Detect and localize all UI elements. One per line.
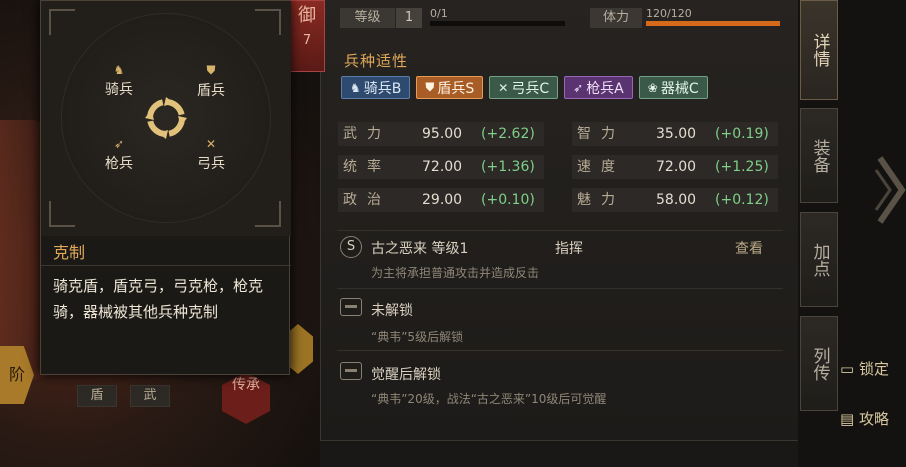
book-icon: ▤ [840, 410, 859, 428]
wheel-spear: ➶ 枪兵 [97, 137, 141, 173]
skill-name: 觉醒后解锁 [371, 367, 441, 383]
counter-heading: 克制 [53, 243, 86, 262]
tab-points[interactable]: 加点 [800, 212, 838, 307]
divider [337, 288, 783, 289]
spear-icon: ➶ [113, 137, 125, 151]
stat-speed: 速度 72.00 (+1.25) [572, 155, 778, 179]
gear-icon: ❀ [647, 80, 658, 95]
bow-icon: ✕ [498, 80, 509, 95]
tab-equipment[interactable]: 装备 [800, 108, 838, 203]
spear-icon: ➶ [573, 80, 584, 95]
shield-icon: ⛊ [206, 63, 216, 77]
skill-desc: “典韦”20级，战法“古之恶来”10级后可觉醒 [371, 392, 607, 406]
level-label: 等级 [340, 8, 395, 28]
skill-view-link[interactable]: 查看 [735, 238, 763, 258]
aptitude-cavalry[interactable]: ♞ 骑兵B [341, 76, 411, 99]
badge-char: 御 [298, 5, 316, 26]
bottom-bar [320, 440, 798, 467]
stat-force: 武力 95.00 (+2.62) [338, 122, 544, 146]
counter-description: 骑克盾，盾克弓，弓克枪，枪克骑，器械被其他兵种克制 [53, 277, 264, 321]
aptitude-bow[interactable]: ✕ 弓兵C [489, 76, 559, 99]
defense-badge: 御 7 [289, 0, 325, 72]
skill-desc: “典韦”5级后解锁 [371, 330, 464, 344]
stamina-bar [646, 21, 780, 26]
corner-ornament [49, 201, 75, 227]
stat-politics: 政治 29.00 (+0.10) [338, 188, 544, 212]
stat-intelligence: 智力 35.00 (+0.19) [572, 122, 778, 146]
wheel-bow: ✕ 弓兵 [189, 137, 233, 173]
next-arrow-icon[interactable] [874, 150, 906, 230]
lock-icon [340, 362, 362, 380]
tab-biography[interactable]: 列传 [800, 316, 838, 411]
badge-number: 7 [302, 33, 312, 48]
shield-icon: ⛊ [425, 80, 435, 94]
tag-force: 武 [130, 385, 170, 407]
lock-icon [340, 298, 362, 316]
aptitude-title: 兵种适性 [344, 52, 409, 70]
stamina-text: 120/120 [646, 7, 692, 20]
skill-name: 未解锁 [371, 303, 413, 319]
stat-charisma: 魅力 58.00 (+0.12) [572, 188, 778, 212]
aptitude-machine[interactable]: ❀ 器械C [638, 76, 708, 99]
aptitude-shield[interactable]: ⛊ 盾兵S [416, 76, 484, 99]
skill-type: 指挥 [555, 241, 583, 257]
lock-icon: ▭ [840, 360, 859, 378]
skill-name: 古之恶来 等级1 [371, 241, 469, 257]
counter-tooltip: ♞ 骑兵 ⛊ 盾兵 ➶ 枪兵 ✕ 弓兵 克制 骑克盾，盾克弓，弓克枪，枪克骑，器械被其他… [40, 0, 291, 375]
wheel-cavalry: ♞ 骑兵 [97, 63, 141, 99]
divider [41, 265, 291, 266]
horse-icon: ♞ [350, 80, 361, 95]
tag-shield: 盾 [77, 385, 117, 407]
corner-ornament [255, 9, 281, 35]
skill-desc: 为主将承担普通攻击并造成反击 [371, 266, 540, 280]
aptitude-spear[interactable]: ➶ 枪兵A [564, 76, 633, 99]
aptitude-list: ♞ 骑兵B ⛊ 盾兵S ✕ 弓兵C ➶ 枪兵A ❀ 器械C [341, 76, 708, 99]
divider [337, 350, 783, 351]
level-value: 1 [396, 8, 422, 28]
lock-button[interactable]: ▭ 锁定 [840, 358, 889, 379]
skill-grade-icon: S [340, 236, 362, 258]
bow-icon: ✕ [205, 137, 217, 151]
divider [337, 230, 783, 231]
exp-bar [430, 21, 565, 26]
corner-ornament [255, 201, 281, 227]
exp-text: 0/1 [430, 7, 448, 20]
corner-ornament [49, 9, 75, 35]
cycle-icon [145, 97, 187, 139]
wheel-shield: ⛊ 盾兵 [189, 63, 233, 100]
tab-details[interactable]: 详情 [800, 0, 838, 100]
stat-command: 统率 72.00 (+1.36) [338, 155, 544, 179]
stamina-label: 体力 [590, 8, 642, 28]
strategy-button[interactable]: ▤ 攻略 [840, 408, 889, 429]
horse-icon: ♞ [113, 63, 125, 77]
